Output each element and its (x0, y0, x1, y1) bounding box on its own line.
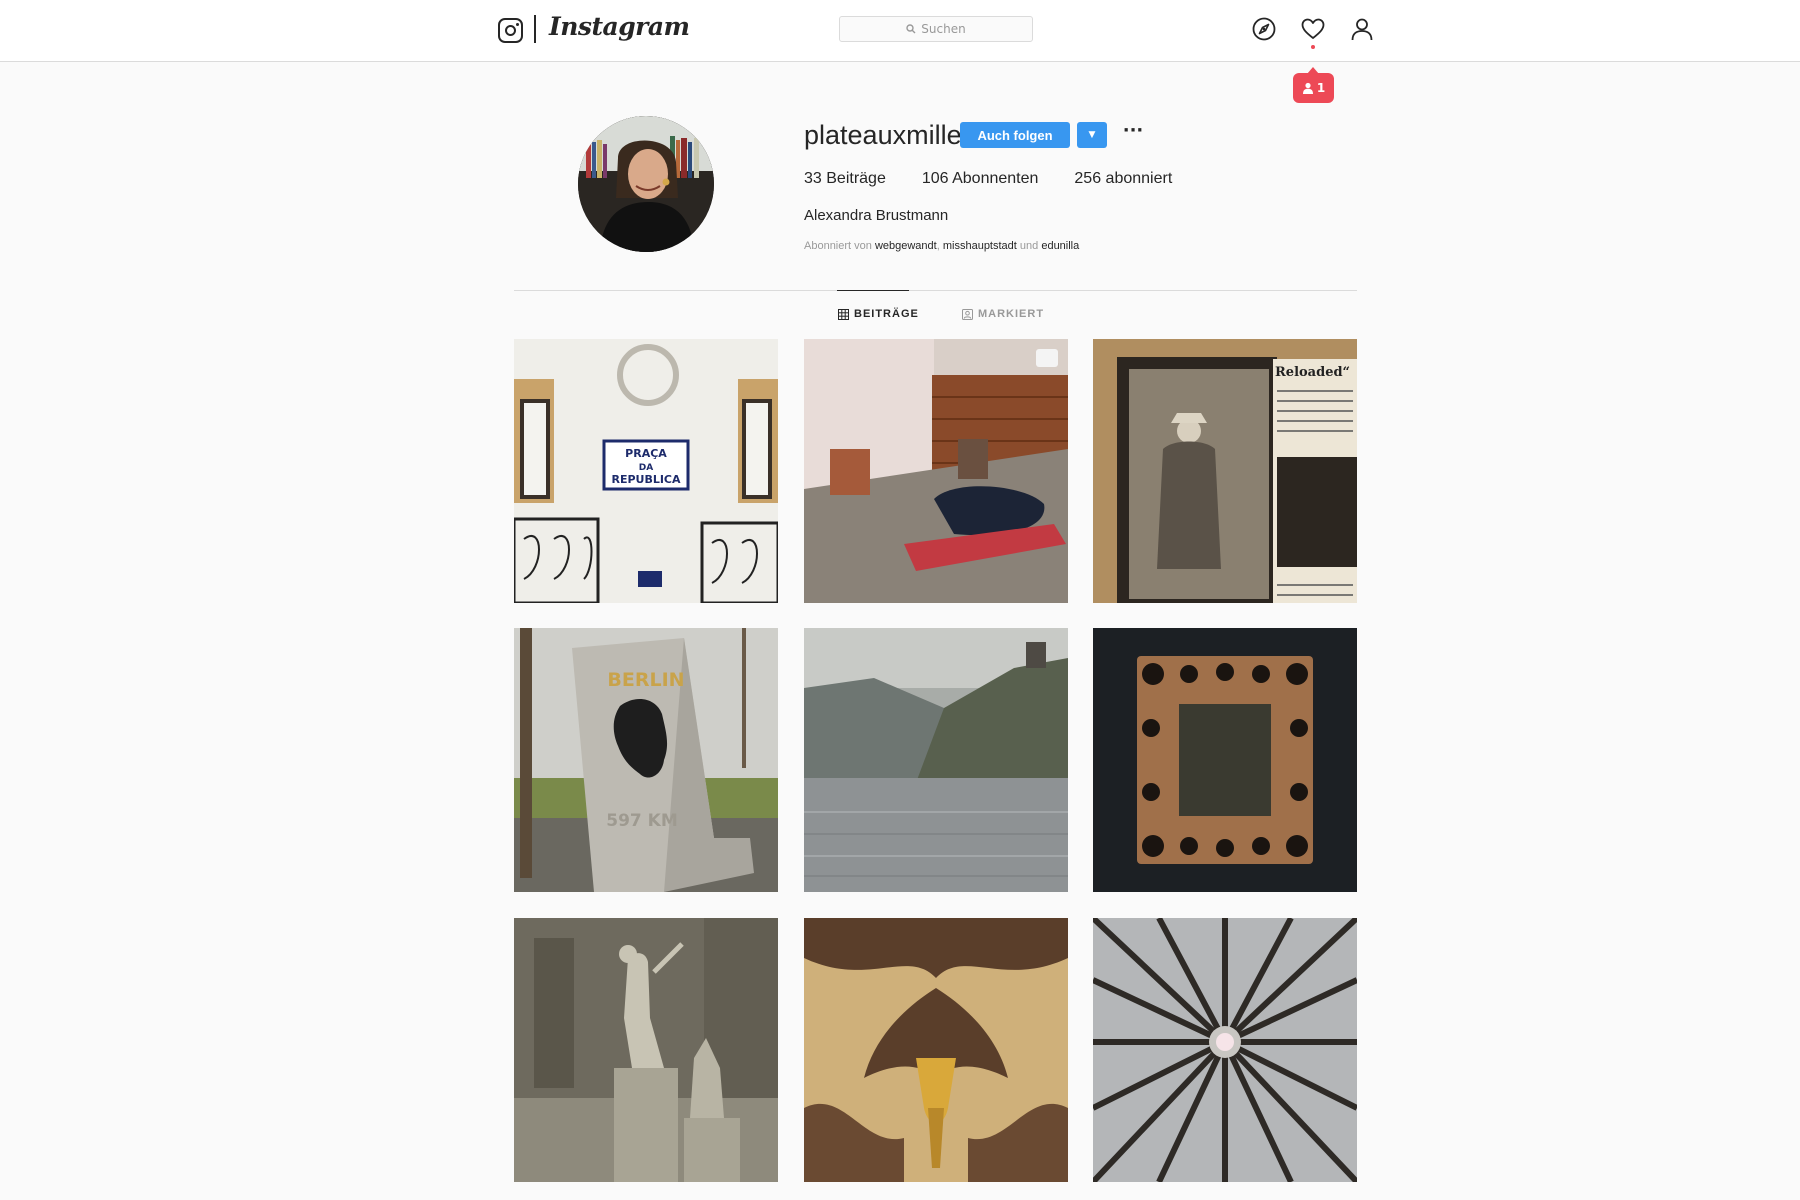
followed-by-prefix: Abonniert von (804, 240, 872, 252)
suggestions-dropdown-button[interactable]: ▼ (1077, 122, 1107, 148)
tab-posts[interactable]: BEITRÄGE (838, 308, 919, 320)
more-options-icon[interactable]: ··· (1122, 122, 1144, 146)
compass-icon[interactable] (1251, 16, 1277, 42)
follow-back-button[interactable]: Auch folgen (960, 122, 1070, 148)
followed-by-line: Abonniert von webgewandt, misshauptstadt… (804, 240, 1079, 252)
grid-icon (838, 308, 849, 320)
post-thumbnail-berlin-stone[interactable]: BERLIN 597 KM (514, 628, 778, 892)
followed-by-user-1[interactable]: webgewandt (875, 240, 937, 252)
notification-dot (1311, 45, 1315, 49)
tab-tagged-label: MARKIERT (978, 308, 1045, 320)
post-thumbnail-gold-frame[interactable] (1093, 628, 1357, 892)
post-thumbnail-rhine[interactable] (804, 628, 1068, 892)
search-input[interactable]: Suchen (839, 16, 1033, 42)
active-tab-indicator (837, 290, 909, 291)
top-navigation-bar: Instagram Suchen (0, 0, 1800, 62)
avatar[interactable] (578, 116, 714, 252)
instagram-glyph-icon[interactable] (498, 18, 523, 43)
post-thumbnail-wallpaper[interactable] (804, 918, 1068, 1182)
notification-popup[interactable]: 1 (1293, 67, 1334, 103)
followers-count[interactable]: 106 Abonnenten (922, 170, 1039, 188)
followed-by-conjunction: und (1019, 240, 1039, 252)
praca-sign-line-2: DA (639, 463, 653, 473)
following-count[interactable]: 256 abonniert (1074, 170, 1172, 188)
logo-divider (534, 15, 536, 43)
tagged-icon (962, 308, 973, 320)
instagram-wordmark[interactable]: Instagram (549, 12, 690, 41)
post-thumbnail-radial-ceiling[interactable] (1093, 918, 1357, 1182)
heart-icon[interactable] (1300, 16, 1326, 42)
profile-icon[interactable] (1349, 16, 1375, 42)
followed-by-user-3[interactable]: edunilla (1041, 240, 1079, 252)
post-thumbnail-perseus-statue[interactable] (514, 918, 778, 1182)
profile-username: plateauxmille (804, 120, 962, 150)
tab-divider (514, 290, 1357, 291)
followed-by-separator: , (936, 240, 940, 252)
vintage-caption-word: Reloaded“ (1275, 365, 1350, 380)
search-placeholder: Suchen (921, 22, 966, 36)
stone-city-label: BERLIN (607, 669, 684, 691)
posts-count: 33 Beiträge (804, 170, 886, 187)
post-thumbnail-vintage-photo[interactable]: Reloaded“ (1093, 339, 1357, 603)
praca-sign-line-3: REPUBLICA (611, 473, 681, 486)
praca-sign-line-1: PRAÇA (625, 447, 667, 460)
post-thumbnail-room[interactable] (804, 339, 1068, 603)
post-thumbnail-praca[interactable]: PRAÇA DA REPUBLICA (514, 339, 778, 603)
profile-full-name: Alexandra Brustmann (804, 207, 949, 224)
notification-count: 1 (1316, 81, 1326, 95)
stone-distance-label: 597 KM (606, 811, 678, 831)
search-icon (906, 24, 916, 34)
follower-icon (1302, 82, 1313, 94)
tab-tagged[interactable]: MARKIERT (962, 308, 1044, 320)
tab-posts-label: BEITRÄGE (854, 308, 919, 320)
followed-by-user-2[interactable]: misshauptstadt (943, 240, 1017, 252)
profile-stats: 33 Beiträge 106 Abonnenten 256 abonniert (804, 170, 1208, 188)
